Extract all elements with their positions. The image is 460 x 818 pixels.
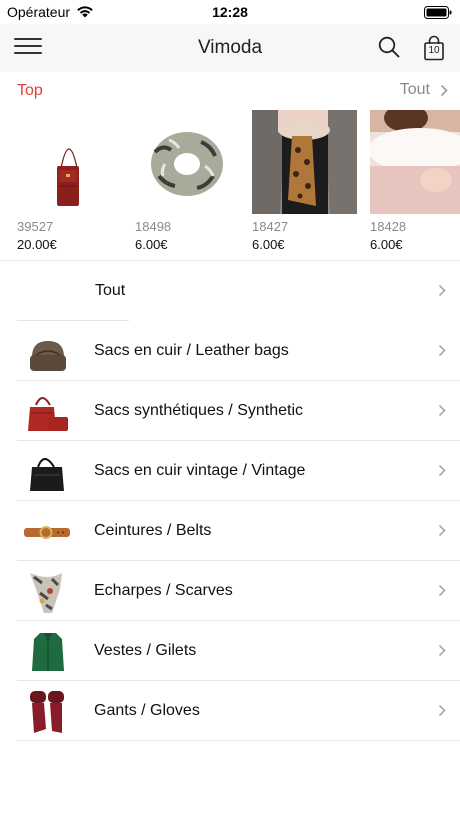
product-price: 6.00€ [370, 237, 403, 252]
category-label: Echarpes / Scarves [94, 582, 233, 599]
product-price: 6.00€ [135, 237, 168, 252]
product-price: 6.00€ [252, 237, 285, 252]
product-card[interactable]: 18428 6.00€ [370, 110, 460, 260]
chevron-right-icon [438, 584, 446, 597]
top-section-title: Top [17, 82, 43, 99]
product-image-white-fur-scarf [370, 110, 460, 214]
row-divider [17, 740, 460, 741]
product-image-leopard-scarf [252, 110, 357, 214]
top-products-carousel[interactable]: 39527 20.00€ 18498 6.00€ 18427 6.00€ 184… [0, 110, 460, 260]
category-row-vintage-bags[interactable]: Sacs en cuir vintage / Vintage [0, 441, 460, 501]
chevron-right-icon [438, 344, 446, 357]
product-price: 20.00€ [17, 237, 57, 252]
category-label: Tout [95, 282, 126, 299]
chevron-right-icon [438, 404, 446, 417]
product-card[interactable]: 39527 20.00€ [17, 110, 122, 260]
category-row-all[interactable]: Tout [0, 261, 460, 321]
chevron-right-icon [438, 644, 446, 657]
product-image-camo-snood [135, 110, 240, 214]
category-label: Vestes / Gilets [94, 642, 197, 659]
category-label: Sacs en cuir vintage / Vintage [94, 462, 306, 479]
synthetic-bag-thumbnail [28, 397, 68, 431]
product-reference: 18428 [370, 219, 407, 234]
belt-thumbnail [24, 526, 70, 539]
chevron-right-icon [438, 464, 446, 477]
category-label: Gants / Gloves [94, 702, 200, 719]
search-icon[interactable] [378, 36, 400, 58]
vintage-bag-thumbnail [30, 458, 64, 491]
category-row-leather-bags[interactable]: Sacs en cuir / Leather bags [0, 321, 460, 381]
status-time: 12:28 [212, 4, 248, 20]
category-label: Sacs en cuir / Leather bags [94, 342, 289, 359]
product-card[interactable]: 18427 6.00€ [252, 110, 357, 260]
category-row-jackets[interactable]: Vestes / Gilets [0, 621, 460, 681]
chevron-right-icon [438, 704, 446, 717]
product-card[interactable]: 18498 6.00€ [135, 110, 240, 260]
battery-icon [424, 6, 452, 19]
navigation-bar: Vimoda 10 [0, 24, 460, 72]
status-bar: Opérateur 12:28 [0, 0, 460, 24]
product-reference: 18498 [135, 219, 172, 234]
jacket-thumbnail [32, 633, 64, 671]
scarf-thumbnail [30, 573, 62, 613]
see-all-top-button[interactable]: Tout [400, 81, 448, 99]
leather-bag-thumbnail [30, 341, 66, 371]
top-section-header: Top Tout [0, 78, 460, 104]
cart-count-badge: 10 [428, 45, 440, 56]
gloves-thumbnail [30, 691, 64, 733]
cart-button[interactable]: 10 [423, 35, 445, 61]
chevron-right-icon [440, 84, 448, 96]
see-all-label: Tout [399, 81, 430, 98]
category-row-belts[interactable]: Ceintures / Belts [0, 501, 460, 561]
category-row-synthetic-bags[interactable]: Sacs synthétiques / Synthetic [0, 381, 460, 441]
product-reference: 39527 [17, 219, 54, 234]
chevron-right-icon [438, 284, 446, 297]
product-image-red-crossbody-bag [17, 110, 122, 214]
category-row-scarves[interactable]: Echarpes / Scarves [0, 561, 460, 621]
category-label: Ceintures / Belts [94, 522, 212, 539]
product-reference: 18427 [252, 219, 289, 234]
chevron-right-icon [438, 524, 446, 537]
category-label: Sacs synthétiques / Synthetic [94, 402, 303, 419]
category-row-gloves[interactable]: Gants / Gloves [0, 681, 460, 741]
